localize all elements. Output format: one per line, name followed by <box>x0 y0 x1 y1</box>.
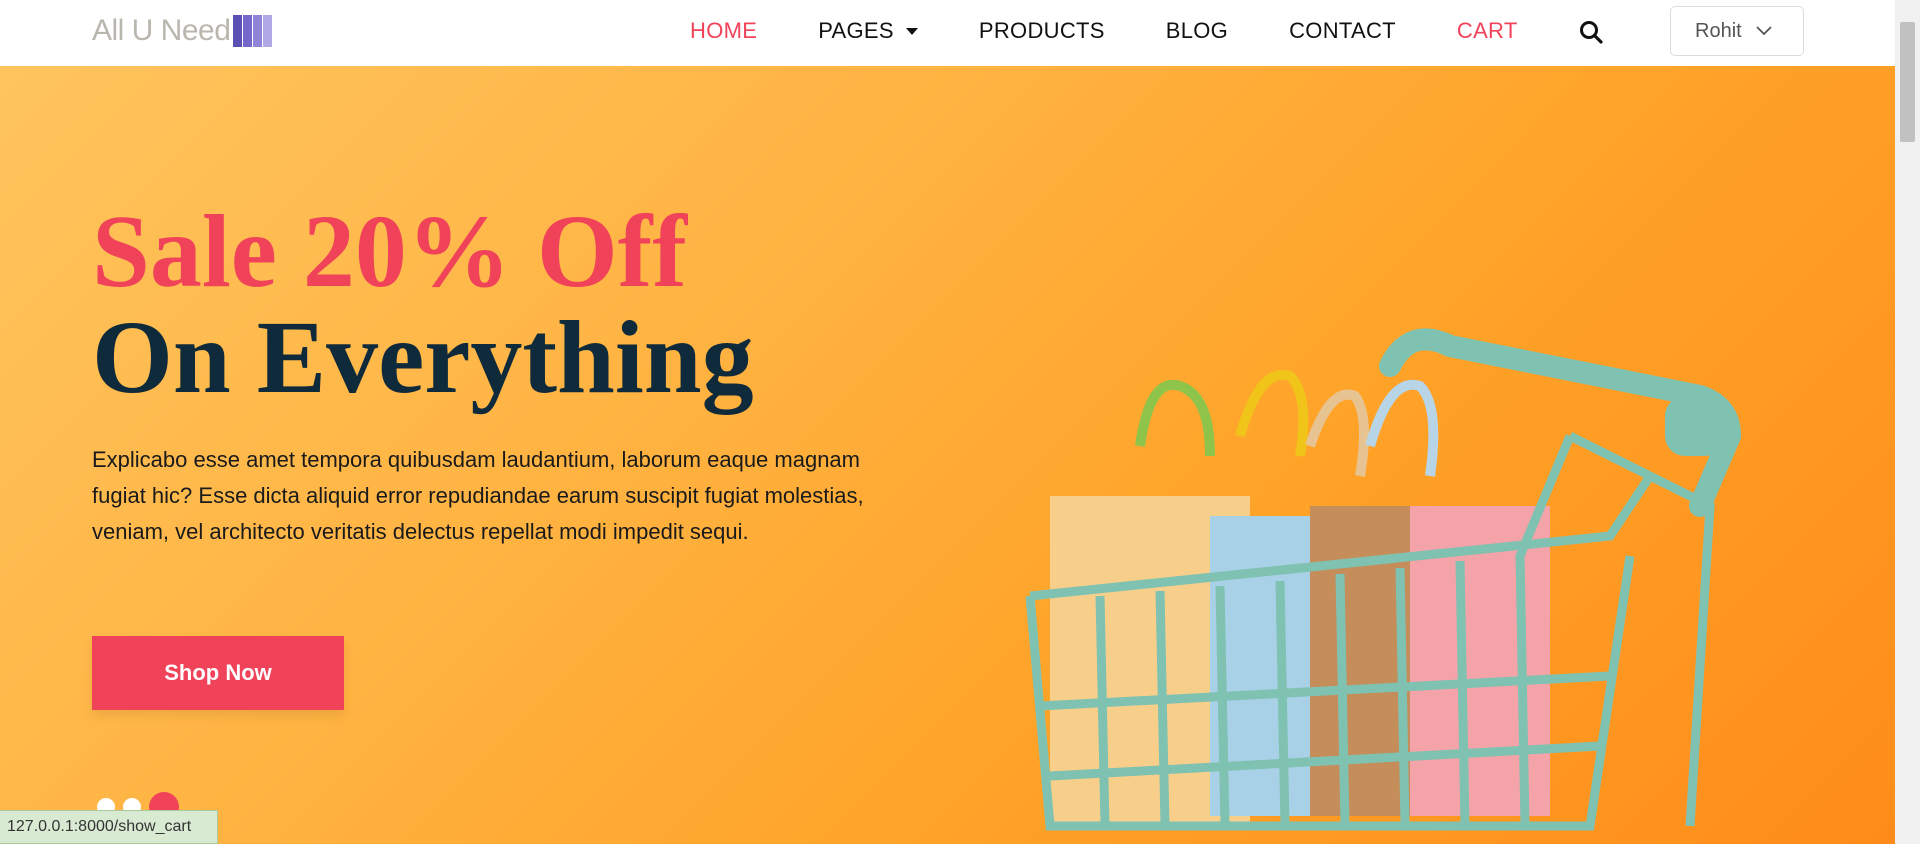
nav-contact[interactable]: CONTACT <box>1289 18 1396 44</box>
hero-description: Explicabo esse amet tempora quibusdam la… <box>92 447 864 544</box>
nav-pages[interactable]: PAGES <box>818 18 918 44</box>
nav-blog[interactable]: BLOG <box>1166 18 1228 44</box>
logo-bars-icon <box>232 15 273 47</box>
scrollbar-thumb[interactable] <box>1900 22 1915 142</box>
link-status-bar: 127.0.0.1:8000/show_cart <box>0 810 218 844</box>
shopping-cart-image <box>1025 328 1742 831</box>
caret-down-icon <box>905 27 918 35</box>
nav-pages-label: PAGES <box>818 18 894 43</box>
hero-title-sale: Sale 20% Off <box>92 194 688 309</box>
shop-now-button[interactable]: Shop Now <box>92 636 344 710</box>
search-icon[interactable] <box>1578 19 1604 45</box>
nav-cart[interactable]: CART <box>1457 18 1518 44</box>
hero-banner: Sale 20% Off On Everything Explicabo ess… <box>0 66 1895 844</box>
user-name: Rohit <box>1695 19 1742 42</box>
page-scrollbar[interactable] <box>1895 0 1920 844</box>
nav-products[interactable]: PRODUCTS <box>979 18 1105 44</box>
main-nav: HOME PAGES PRODUCTS BLOG CONTACT CART <box>690 0 1579 62</box>
hero-title-everything: On Everything <box>92 300 754 415</box>
brand-logo[interactable]: All U Need <box>92 14 273 48</box>
user-dropdown[interactable]: Rohit <box>1670 6 1804 56</box>
chevron-down-icon <box>1755 22 1773 46</box>
brand-name: All U Need <box>92 14 231 47</box>
top-navbar: All U Need HOME PAGES PRODUCTS BLOG CONT… <box>0 0 1895 66</box>
nav-home[interactable]: HOME <box>690 18 757 44</box>
